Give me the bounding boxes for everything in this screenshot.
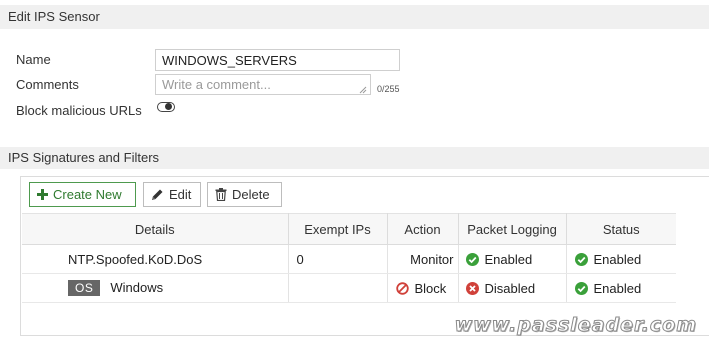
check-circle-icon xyxy=(574,252,588,266)
delete-button[interactable]: Delete xyxy=(207,182,282,207)
edit-button[interactable]: Edit xyxy=(143,182,201,207)
column-header-status[interactable]: Status xyxy=(566,213,676,245)
row-exempt-cell: 0 xyxy=(288,244,388,274)
row-logging-cell: Disabled xyxy=(458,273,567,303)
row-details-cell: NTP.Spoofed.KoD.DoS xyxy=(22,244,289,274)
watermark: www.passleader.com xyxy=(454,314,697,337)
row-action-cell: Monitor xyxy=(387,244,459,274)
packet-logging-value: Enabled xyxy=(484,251,533,267)
name-label: Name xyxy=(16,52,51,67)
column-header-details[interactable]: Details xyxy=(22,213,289,245)
x-circle-icon xyxy=(465,281,479,295)
table-header-row: Details Exempt IPs Action Packet Logging… xyxy=(22,213,676,245)
plus-icon xyxy=(37,189,48,200)
filter-name: Windows xyxy=(110,280,164,295)
row-exempt-cell xyxy=(288,273,388,303)
comment-char-count: 0/255 xyxy=(377,84,400,94)
check-circle-icon xyxy=(465,252,479,266)
create-new-label: Create New xyxy=(53,187,122,202)
signatures-table: Details Exempt IPs Action Packet Logging… xyxy=(22,213,676,303)
action-value: Block xyxy=(414,280,447,296)
block-malicious-urls-label: Block malicious URLs xyxy=(16,103,142,118)
delete-label: Delete xyxy=(232,187,270,202)
toggle-knob xyxy=(165,103,172,110)
action-value: Monitor xyxy=(410,251,454,267)
edit-label: Edit xyxy=(169,187,192,202)
block-malicious-urls-toggle[interactable] xyxy=(157,102,175,112)
trash-icon xyxy=(215,188,227,201)
os-badge: OS xyxy=(68,280,101,296)
table-row[interactable]: OS Windows Block Disabled Enabled xyxy=(22,273,676,303)
row-status-cell: Enabled xyxy=(566,273,676,303)
section-title: IPS Signatures and Filters xyxy=(8,150,160,165)
exempt-ips-count: 0 xyxy=(296,251,304,267)
column-header-packet-logging[interactable]: Packet Logging xyxy=(458,213,567,245)
create-new-button[interactable]: Create New xyxy=(29,182,136,207)
status-value: Enabled xyxy=(593,251,642,267)
status-value: Enabled xyxy=(593,280,642,296)
table-row[interactable]: NTP.Spoofed.KoD.DoS 0 Monitor Enabled En… xyxy=(22,244,676,274)
packet-logging-value: Disabled xyxy=(484,280,536,296)
pencil-icon xyxy=(152,189,163,200)
comments-label: Comments xyxy=(16,77,79,92)
column-header-exempt-ips[interactable]: Exempt IPs xyxy=(288,213,388,245)
row-status-cell: Enabled xyxy=(566,244,676,274)
row-logging-cell: Enabled xyxy=(458,244,567,274)
ips-signatures-header: IPS Signatures and Filters xyxy=(0,147,709,169)
resize-grip-icon[interactable] xyxy=(359,86,367,94)
row-action-cell: Block xyxy=(387,273,459,303)
signature-name: NTP.Spoofed.KoD.DoS xyxy=(68,251,203,267)
edit-sensor-header: Edit IPS Sensor xyxy=(0,5,709,29)
name-input[interactable] xyxy=(155,49,400,71)
page-title: Edit IPS Sensor xyxy=(8,9,100,24)
block-icon xyxy=(395,281,409,295)
comments-textarea[interactable] xyxy=(155,74,371,95)
column-header-action[interactable]: Action xyxy=(387,213,459,245)
row-details-cell: OS Windows xyxy=(22,273,289,303)
check-circle-icon xyxy=(574,281,588,295)
